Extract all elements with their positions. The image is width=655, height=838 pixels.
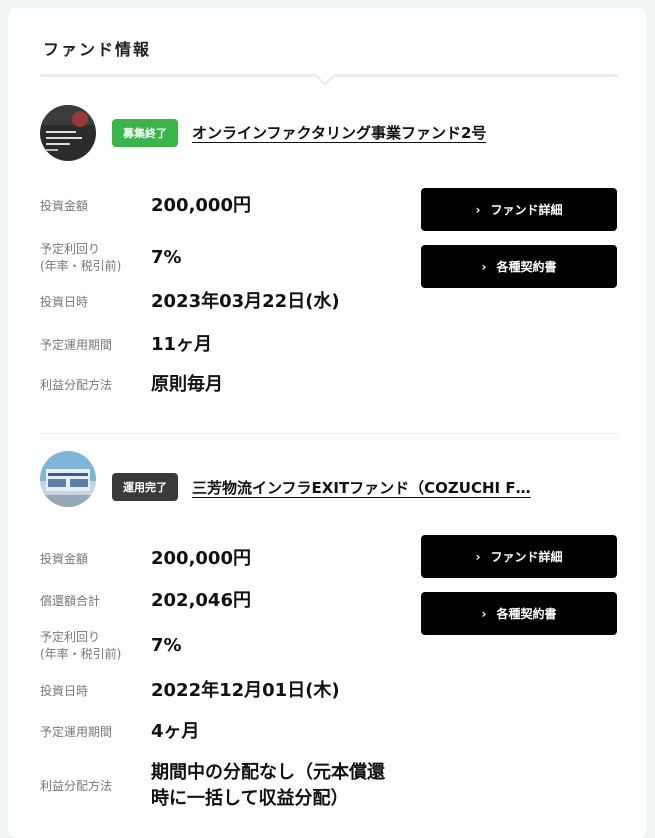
- field-value: 200,000円: [151, 548, 251, 569]
- contracts-button[interactable]: › 各種契約書: [421, 245, 617, 288]
- section-title: ファンド情報: [43, 40, 152, 59]
- fund-detail-button[interactable]: › ファンド詳細: [421, 188, 617, 231]
- field-label: 予定利回り: [40, 630, 101, 644]
- field-label: 投資日時: [40, 684, 89, 698]
- fund-name-link[interactable]: 三芳物流インフラEXITファンド（COZUCHI F…: [192, 477, 531, 498]
- field-value: 2022年12月01日(木): [151, 680, 340, 701]
- status-badge: 運用完了: [112, 473, 178, 501]
- field-label-sub: (年率・税引前): [40, 647, 122, 661]
- field-label: 予定運用期間: [40, 725, 113, 739]
- field-value: 200,000円: [151, 195, 251, 216]
- field-label: 予定利回り: [40, 242, 101, 256]
- chevron-right-icon: ›: [481, 259, 487, 274]
- fund-detail-button[interactable]: › ファンド詳細: [421, 535, 617, 578]
- field-value: 11ヶ月: [151, 334, 213, 355]
- field-value: 期間中の分配なし（元本償還 時に一括して収益分配）: [151, 762, 385, 809]
- field-label: 予定運用期間: [40, 338, 113, 352]
- field-value: 2023年03月22日(水): [151, 291, 340, 312]
- status-badge: 募集終了: [112, 119, 178, 147]
- field-label: 利益分配方法: [40, 779, 113, 793]
- field-label: 投資金額: [40, 199, 89, 213]
- field-value: 4ヶ月: [151, 721, 200, 742]
- field-value: 原則毎月: [151, 374, 223, 395]
- fund-thumbnail[interactable]: [40, 105, 96, 161]
- fund-name-link[interactable]: オンラインファクタリング事業ファンド2号: [192, 122, 486, 143]
- field-label: 投資日時: [40, 295, 89, 309]
- contracts-button[interactable]: › 各種契約書: [421, 592, 617, 635]
- fund-item: 運用完了 三芳物流インフラEXITファンド（COZUCHI F… 投資金額 20…: [40, 451, 618, 831]
- field-label: 償還額合計: [40, 594, 101, 608]
- fund-info-card: ファンド情報 募集終了 オンラインファクタリング事業ファンド2号 投資金額 20…: [8, 8, 647, 838]
- fund-thumbnail[interactable]: [40, 451, 96, 507]
- field-label-sub: (年率・税引前): [40, 259, 122, 273]
- field-value: 202,046円: [151, 590, 251, 611]
- chevron-right-icon: ›: [475, 202, 481, 217]
- chevron-right-icon: ›: [475, 549, 481, 564]
- field-label: 投資金額: [40, 552, 89, 566]
- field-value: 7%: [151, 635, 182, 656]
- field-value: 7%: [151, 247, 182, 268]
- field-label: 利益分配方法: [40, 378, 113, 392]
- fund-item: 募集終了 オンラインファクタリング事業ファンド2号 投資金額 200,000円 …: [40, 105, 618, 405]
- fund-divider: [40, 433, 618, 434]
- chevron-right-icon: ›: [481, 606, 487, 621]
